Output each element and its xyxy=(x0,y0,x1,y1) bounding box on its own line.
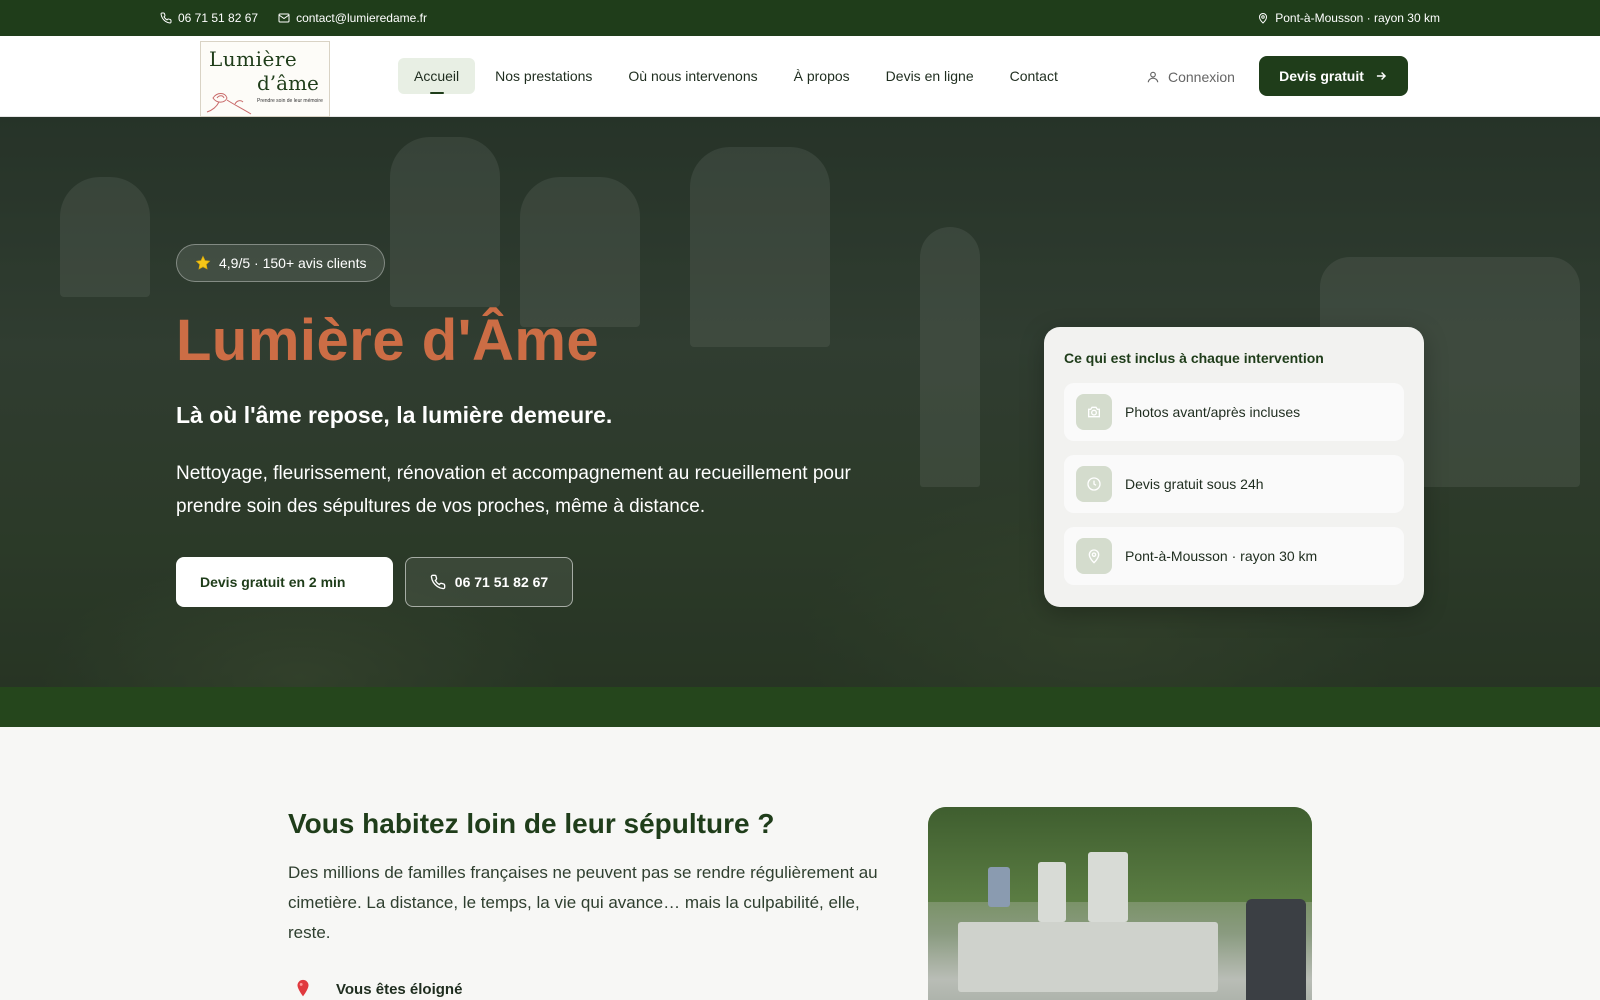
hero-subtitle: Là où l'âme repose, la lumière demeure. xyxy=(176,402,613,428)
camera-icon xyxy=(1088,406,1100,418)
feature-icon-box xyxy=(1076,394,1112,430)
feature-location: Pont-à-Mousson · rayon 30 km xyxy=(1064,527,1404,585)
nav-item-contact[interactable]: Contact xyxy=(994,58,1074,94)
hero-title: Lumière d'Âme xyxy=(176,308,600,373)
photo-slab xyxy=(958,922,1218,992)
logo-line-1: Lumière xyxy=(209,47,298,71)
included-card: Ce qui est inclus à chaque intervention … xyxy=(1044,327,1424,607)
topbar-location-text: Pont-à-Mousson · rayon 30 km xyxy=(1275,11,1440,25)
logo-line-2: d’âme xyxy=(257,71,319,95)
site-header: Lumière d’âme Prendre soin de leur mémoi… xyxy=(0,36,1600,117)
login-link[interactable]: Connexion xyxy=(1146,69,1235,85)
hero-description: Nettoyage, fleurissement, rénovation et … xyxy=(176,463,851,517)
topbar-email[interactable]: contact@lumieredame.fr xyxy=(278,11,427,25)
phone-icon xyxy=(160,12,172,24)
feature-icon-box xyxy=(1076,538,1112,574)
included-card-title: Ce qui est inclus à chaque intervention xyxy=(1064,350,1324,366)
nav-item-prestations[interactable]: Nos prestations xyxy=(479,58,608,94)
map-pin-icon xyxy=(1259,13,1268,24)
logo[interactable]: Lumière d’âme Prendre soin de leur mémoi… xyxy=(200,41,330,117)
star-icon xyxy=(195,255,211,270)
map-pin-icon xyxy=(1088,549,1100,564)
photo-headstone xyxy=(988,867,1010,907)
call-button[interactable]: 06 71 51 82 67 xyxy=(405,557,573,607)
photo-dark-headstone xyxy=(1246,899,1306,1000)
photo-headstone xyxy=(1088,852,1128,922)
mail-icon xyxy=(278,13,290,23)
quote-2-min-button[interactable]: Devis gratuit en 2 min xyxy=(176,557,393,607)
rating-text: 4,9/5 · 150+ avis clients xyxy=(219,255,367,271)
feature-quote: Devis gratuit sous 24h xyxy=(1064,455,1404,513)
feature-label: Photos avant/après incluses xyxy=(1125,404,1301,420)
feature-label: Pont-à-Mousson · rayon 30 km xyxy=(1125,548,1318,564)
phone-icon xyxy=(430,574,446,590)
green-band xyxy=(0,687,1600,727)
section-text: Des millions de familles françaises ne p… xyxy=(288,863,878,942)
feature-photos: Photos avant/après incluses xyxy=(1064,383,1404,441)
main-nav: Accueil Nos prestations Où nous interven… xyxy=(398,58,1074,94)
rating-badge: 4,9/5 · 150+ avis clients xyxy=(176,244,386,282)
feature-label: Devis gratuit sous 24h xyxy=(1125,476,1264,492)
topbar-phone[interactable]: 06 71 51 82 67 xyxy=(160,11,258,25)
logo-tagline: Prendre soin de leur mémoire xyxy=(257,98,323,104)
bullet-label: Vous êtes éloigné xyxy=(336,980,463,998)
user-icon xyxy=(1147,71,1159,83)
clock-icon xyxy=(1087,477,1101,491)
call-button-label: 06 71 51 82 67 xyxy=(454,574,549,590)
free-quote-button[interactable]: Devis gratuit xyxy=(1259,56,1408,96)
rose-icon xyxy=(206,93,252,115)
topbar-phone-text: 06 71 51 82 67 xyxy=(178,11,259,25)
top-bar: 06 71 51 82 67 contact@lumieredame.fr Po… xyxy=(0,0,1600,36)
arrow-right-icon xyxy=(1376,72,1386,80)
bullet-item: Vous êtes éloigné xyxy=(292,978,462,1000)
nav-item-zones[interactable]: Où nous intervenons xyxy=(612,58,773,94)
section-title: Vous habitez loin de leur sépulture ? xyxy=(288,808,775,839)
topbar-location: Pont-à-Mousson · rayon 30 km xyxy=(1257,11,1440,25)
cemetery-photo xyxy=(928,807,1312,1000)
nav-item-a-propos[interactable]: À propos xyxy=(778,58,866,94)
feature-icon-box xyxy=(1076,466,1112,502)
photo-headstone xyxy=(1038,862,1066,922)
login-label: Connexion xyxy=(1168,69,1235,85)
nav-item-accueil[interactable]: Accueil xyxy=(398,58,476,94)
nav-item-devis-en-ligne[interactable]: Devis en ligne xyxy=(870,58,990,94)
red-pin-icon xyxy=(297,979,309,997)
hero-section: 4,9/5 · 150+ avis clients Lumière d'Âme … xyxy=(0,117,1600,687)
free-quote-label: Devis gratuit xyxy=(1279,68,1364,84)
topbar-email-text: contact@lumieredame.fr xyxy=(296,11,427,25)
